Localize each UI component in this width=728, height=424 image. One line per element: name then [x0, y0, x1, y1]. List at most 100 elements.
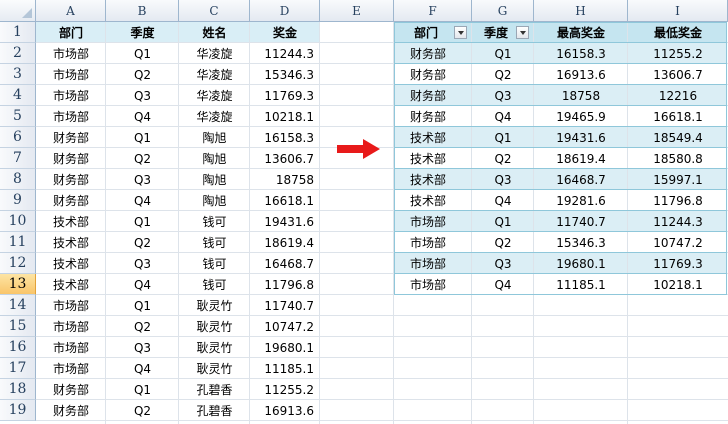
source-cell-name[interactable]: 华凌旋	[179, 106, 250, 127]
source-cell-bonus[interactable]: 16468.7	[250, 253, 320, 274]
source-cell-department[interactable]: 技术部	[36, 274, 106, 295]
column-header-c[interactable]: C	[179, 0, 250, 22]
pivot-cell-department[interactable]: 市场部	[394, 232, 472, 253]
source-cell-department[interactable]: 技术部	[36, 232, 106, 253]
source-header-department[interactable]: 部门	[36, 22, 106, 43]
source-cell-name[interactable]: 钱可	[179, 274, 250, 295]
pivot-cell-department[interactable]: 财务部	[394, 64, 472, 85]
column-header-f[interactable]: F	[394, 0, 472, 22]
source-cell-quarter[interactable]: Q1	[106, 295, 179, 316]
column-header-a[interactable]: A	[36, 0, 106, 22]
column-header-d[interactable]: D	[250, 0, 320, 22]
source-cell-department[interactable]: 财务部	[36, 127, 106, 148]
source-cell-department[interactable]: 市场部	[36, 358, 106, 379]
source-cell-bonus[interactable]: 11244.3	[250, 43, 320, 64]
pivot-cell-quarter[interactable]: Q2	[472, 64, 534, 85]
row-header-15[interactable]: 15	[0, 316, 36, 337]
row-header-4[interactable]: 4	[0, 85, 36, 106]
source-cell-bonus[interactable]: 10747.2	[250, 316, 320, 337]
row-header-2[interactable]: 2	[0, 43, 36, 64]
pivot-cell-max-bonus[interactable]: 19465.9	[534, 106, 628, 127]
source-cell-department[interactable]: 市场部	[36, 64, 106, 85]
source-cell-bonus[interactable]: 10218.1	[250, 106, 320, 127]
pivot-header-max-bonus[interactable]: 最高奖金	[534, 22, 628, 43]
source-cell-name[interactable]: 耿灵竹	[179, 337, 250, 358]
source-header-name[interactable]: 姓名	[179, 22, 250, 43]
pivot-cell-max-bonus[interactable]: 11740.7	[534, 211, 628, 232]
row-header-13[interactable]: 13	[0, 274, 36, 295]
pivot-cell-min-bonus[interactable]: 16618.1	[628, 106, 728, 127]
source-cell-quarter[interactable]: Q2	[106, 148, 179, 169]
source-cell-department[interactable]: 市场部	[36, 295, 106, 316]
row-header-9[interactable]: 9	[0, 190, 36, 211]
source-cell-quarter[interactable]: Q1	[106, 379, 179, 400]
source-cell-quarter[interactable]: Q4	[106, 190, 179, 211]
pivot-cell-department[interactable]: 技术部	[394, 127, 472, 148]
source-cell-name[interactable]: 华凌旋	[179, 64, 250, 85]
source-cell-name[interactable]: 孔碧香	[179, 400, 250, 421]
source-cell-quarter[interactable]: Q3	[106, 337, 179, 358]
source-cell-quarter[interactable]: Q3	[106, 169, 179, 190]
source-cell-quarter[interactable]: Q2	[106, 400, 179, 421]
pivot-cell-min-bonus[interactable]: 13606.7	[628, 64, 728, 85]
pivot-cell-min-bonus[interactable]: 11769.3	[628, 253, 728, 274]
pivot-cell-quarter[interactable]: Q3	[472, 253, 534, 274]
pivot-cell-quarter[interactable]: Q1	[472, 211, 534, 232]
source-cell-department[interactable]: 财务部	[36, 190, 106, 211]
row-header-8[interactable]: 8	[0, 169, 36, 190]
row-header-19[interactable]: 19	[0, 400, 36, 421]
source-cell-bonus[interactable]: 18619.4	[250, 232, 320, 253]
select-all-corner[interactable]	[0, 0, 36, 22]
row-header-6[interactable]: 6	[0, 127, 36, 148]
pivot-cell-max-bonus[interactable]: 16158.3	[534, 43, 628, 64]
source-cell-name[interactable]: 钱可	[179, 211, 250, 232]
source-cell-name[interactable]: 陶旭	[179, 127, 250, 148]
pivot-cell-min-bonus[interactable]: 18580.8	[628, 148, 728, 169]
source-cell-department[interactable]: 市场部	[36, 337, 106, 358]
source-cell-quarter[interactable]: Q3	[106, 85, 179, 106]
source-cell-name[interactable]: 钱可	[179, 253, 250, 274]
pivot-cell-min-bonus[interactable]: 11255.2	[628, 43, 728, 64]
source-cell-department[interactable]: 财务部	[36, 169, 106, 190]
pivot-cell-department[interactable]: 市场部	[394, 274, 472, 295]
pivot-cell-department[interactable]: 市场部	[394, 253, 472, 274]
row-header-12[interactable]: 12	[0, 253, 36, 274]
source-cell-name[interactable]: 钱可	[179, 232, 250, 253]
pivot-cell-department[interactable]: 市场部	[394, 211, 472, 232]
pivot-cell-quarter[interactable]: Q4	[472, 190, 534, 211]
pivot-cell-quarter[interactable]: Q1	[472, 43, 534, 64]
source-cell-department[interactable]: 市场部	[36, 316, 106, 337]
source-cell-department[interactable]: 财务部	[36, 148, 106, 169]
source-cell-bonus[interactable]: 11185.1	[250, 358, 320, 379]
source-cell-bonus[interactable]: 15346.3	[250, 64, 320, 85]
pivot-cell-department[interactable]: 财务部	[394, 85, 472, 106]
source-cell-name[interactable]: 陶旭	[179, 148, 250, 169]
source-cell-bonus[interactable]: 11740.7	[250, 295, 320, 316]
filter-dropdown-department[interactable]	[454, 26, 467, 39]
source-cell-name[interactable]: 华凌旋	[179, 85, 250, 106]
source-cell-bonus[interactable]: 19431.6	[250, 211, 320, 232]
source-cell-department[interactable]: 市场部	[36, 43, 106, 64]
source-header-bonus[interactable]: 奖金	[250, 22, 320, 43]
pivot-cell-department[interactable]: 技术部	[394, 169, 472, 190]
source-cell-quarter[interactable]: Q2	[106, 64, 179, 85]
source-cell-department[interactable]: 财务部	[36, 400, 106, 421]
column-header-i[interactable]: I	[628, 0, 728, 22]
row-header-17[interactable]: 17	[0, 358, 36, 379]
source-cell-department[interactable]: 市场部	[36, 106, 106, 127]
source-cell-quarter[interactable]: Q1	[106, 43, 179, 64]
source-cell-bonus[interactable]: 11769.3	[250, 85, 320, 106]
source-cell-department[interactable]: 技术部	[36, 253, 106, 274]
column-header-h[interactable]: H	[534, 0, 628, 22]
source-cell-quarter[interactable]: Q1	[106, 211, 179, 232]
pivot-cell-department[interactable]: 技术部	[394, 148, 472, 169]
source-cell-bonus[interactable]: 11796.8	[250, 274, 320, 295]
source-cell-bonus[interactable]: 19680.1	[250, 337, 320, 358]
source-cell-bonus[interactable]: 16158.3	[250, 127, 320, 148]
source-cell-quarter[interactable]: Q4	[106, 274, 179, 295]
source-cell-department[interactable]: 市场部	[36, 85, 106, 106]
source-cell-quarter[interactable]: Q2	[106, 316, 179, 337]
source-cell-department[interactable]: 技术部	[36, 211, 106, 232]
pivot-cell-max-bonus[interactable]: 19281.6	[534, 190, 628, 211]
row-header-1[interactable]: 1	[0, 22, 36, 43]
